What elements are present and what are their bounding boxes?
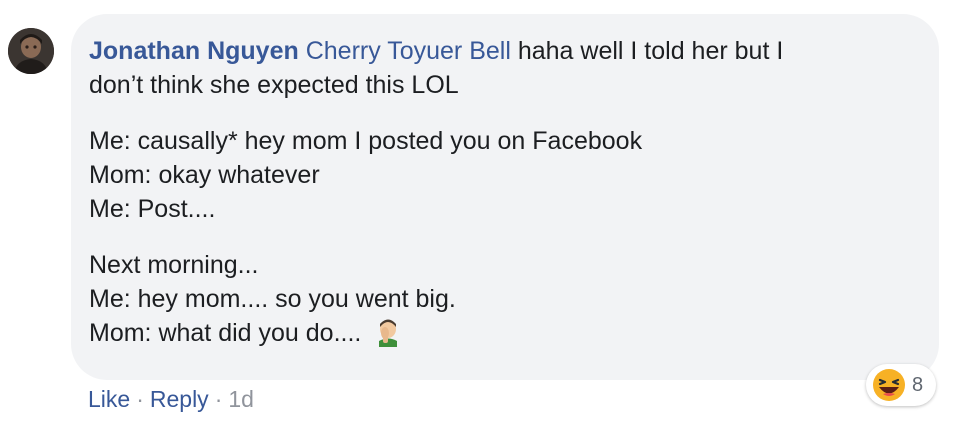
mention-link[interactable]: Cherry Toyuer Bell xyxy=(306,37,511,65)
comment: Jonathan Nguyen Cherry Toyuer Bell haha … xyxy=(8,14,948,414)
avatar-photo-icon xyxy=(8,28,54,74)
comment-bubble: Jonathan Nguyen Cherry Toyuer Bell haha … xyxy=(71,14,939,380)
face-palm-emoji-icon xyxy=(375,317,401,356)
comment-line-5: Me: Post.... xyxy=(89,195,216,223)
comment-text-8: Mom: what did you do.... xyxy=(89,319,362,347)
comment-line-2: don’t think she expected this LOL xyxy=(89,71,459,99)
comment-actions: Like · Reply · 1d xyxy=(88,386,254,413)
comment-line-7: Me: hey mom.... so you went big. xyxy=(89,285,456,313)
separator: · xyxy=(136,386,144,412)
comment-line-1: Jonathan Nguyen Cherry Toyuer Bell haha … xyxy=(89,34,915,68)
like-link[interactable]: Like xyxy=(88,386,130,412)
separator: · xyxy=(214,386,223,412)
comment-line-4: Mom: okay whatever xyxy=(89,161,320,189)
comment-line-3: Me: causally* hey mom I posted you on Fa… xyxy=(89,127,643,155)
reaction-count: 8 xyxy=(912,373,924,396)
comment-text-1: haha well I told her but I xyxy=(510,37,784,65)
haha-reaction-icon xyxy=(873,369,905,401)
comment-line-6: Next morning... xyxy=(89,251,259,279)
timestamp[interactable]: 1d xyxy=(228,386,254,412)
reply-link[interactable]: Reply xyxy=(150,386,209,412)
avatar[interactable] xyxy=(8,28,54,74)
comment-line-8: Mom: what did you do.... xyxy=(89,316,915,356)
author-name[interactable]: Jonathan Nguyen xyxy=(89,37,299,65)
reaction-summary[interactable]: 8 xyxy=(866,364,936,406)
